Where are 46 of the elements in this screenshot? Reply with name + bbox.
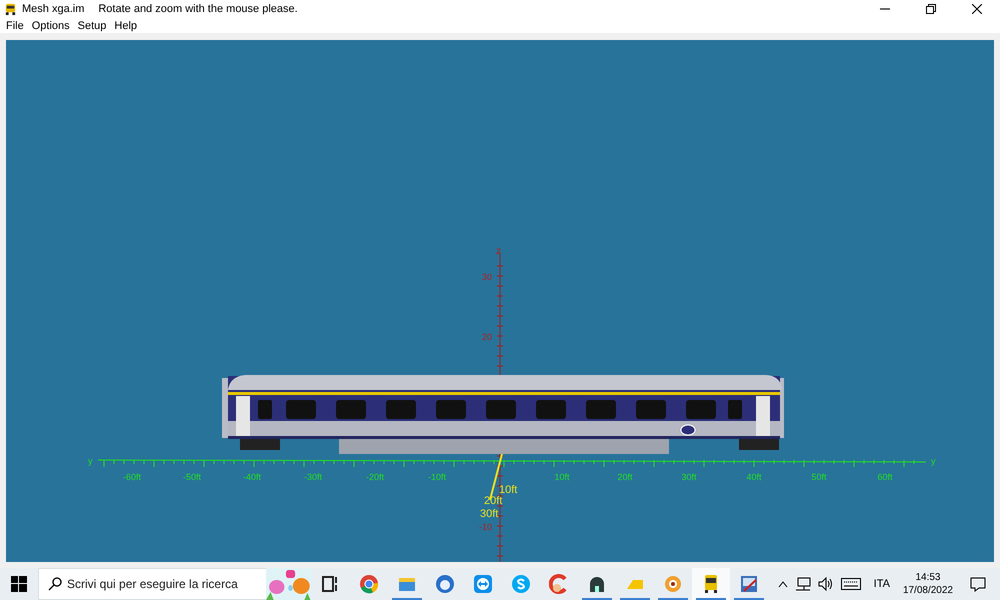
search-field[interactable]: Scrivi qui per eseguire la ricerca bbox=[38, 568, 266, 600]
clock-date[interactable]: 17/08/2022 bbox=[902, 584, 953, 597]
keyboard-icon[interactable] bbox=[840, 578, 861, 590]
tick-label: 20ft bbox=[618, 472, 632, 482]
tick-label: 40ft bbox=[746, 472, 762, 482]
clock-time[interactable]: 14:53 bbox=[915, 571, 940, 584]
tick-label: -10 bbox=[478, 522, 492, 532]
window-title: Mesh xga.im bbox=[22, 3, 84, 15]
editor-icon bbox=[739, 574, 759, 594]
tick-label: 20 bbox=[482, 332, 492, 342]
tick-label: 10ft bbox=[554, 472, 570, 482]
tick-label: -10ft bbox=[428, 472, 446, 482]
menu-item[interactable]: Options bbox=[28, 18, 74, 33]
chevron-up-icon[interactable] bbox=[778, 580, 788, 588]
axis-label: y bbox=[88, 456, 92, 466]
menu-item[interactable]: Setup bbox=[74, 18, 110, 33]
taskbar-app[interactable] bbox=[692, 568, 730, 600]
notification-icon[interactable] bbox=[970, 576, 986, 592]
tick-label: 30ft bbox=[682, 472, 696, 482]
dome-icon bbox=[587, 574, 607, 594]
tick-label: 60ft bbox=[878, 472, 892, 482]
axis-label: y bbox=[931, 456, 936, 466]
windows-logo-icon bbox=[11, 576, 27, 592]
tick-label: 30 bbox=[482, 272, 492, 282]
language-indicator[interactable]: ITA bbox=[874, 578, 890, 590]
tick-label: -20ft bbox=[366, 472, 384, 482]
window-hint: Rotate and zoom with the mouse please. bbox=[98, 3, 298, 15]
tick-label: -40ft bbox=[243, 472, 261, 482]
tick-label: 50ft bbox=[812, 472, 826, 482]
menu-item[interactable]: File bbox=[2, 18, 28, 33]
close-icon bbox=[972, 4, 982, 14]
browser-icon bbox=[359, 574, 379, 594]
eye-icon bbox=[663, 574, 683, 594]
search-icon bbox=[48, 577, 62, 591]
tick-label: -60ft bbox=[123, 472, 141, 482]
menu-item[interactable]: Help bbox=[110, 18, 142, 33]
restore-icon bbox=[926, 4, 936, 14]
network-icon[interactable] bbox=[794, 577, 811, 591]
volume-icon[interactable] bbox=[818, 577, 834, 591]
chat-icon bbox=[511, 574, 531, 594]
app-icon bbox=[4, 2, 17, 16]
tick-label: 30ft bbox=[480, 508, 498, 520]
tick-label: -30ft bbox=[304, 472, 322, 482]
arrows-icon bbox=[473, 574, 493, 594]
axis-label: z bbox=[496, 246, 501, 257]
tick-label: -50ft bbox=[183, 472, 201, 482]
